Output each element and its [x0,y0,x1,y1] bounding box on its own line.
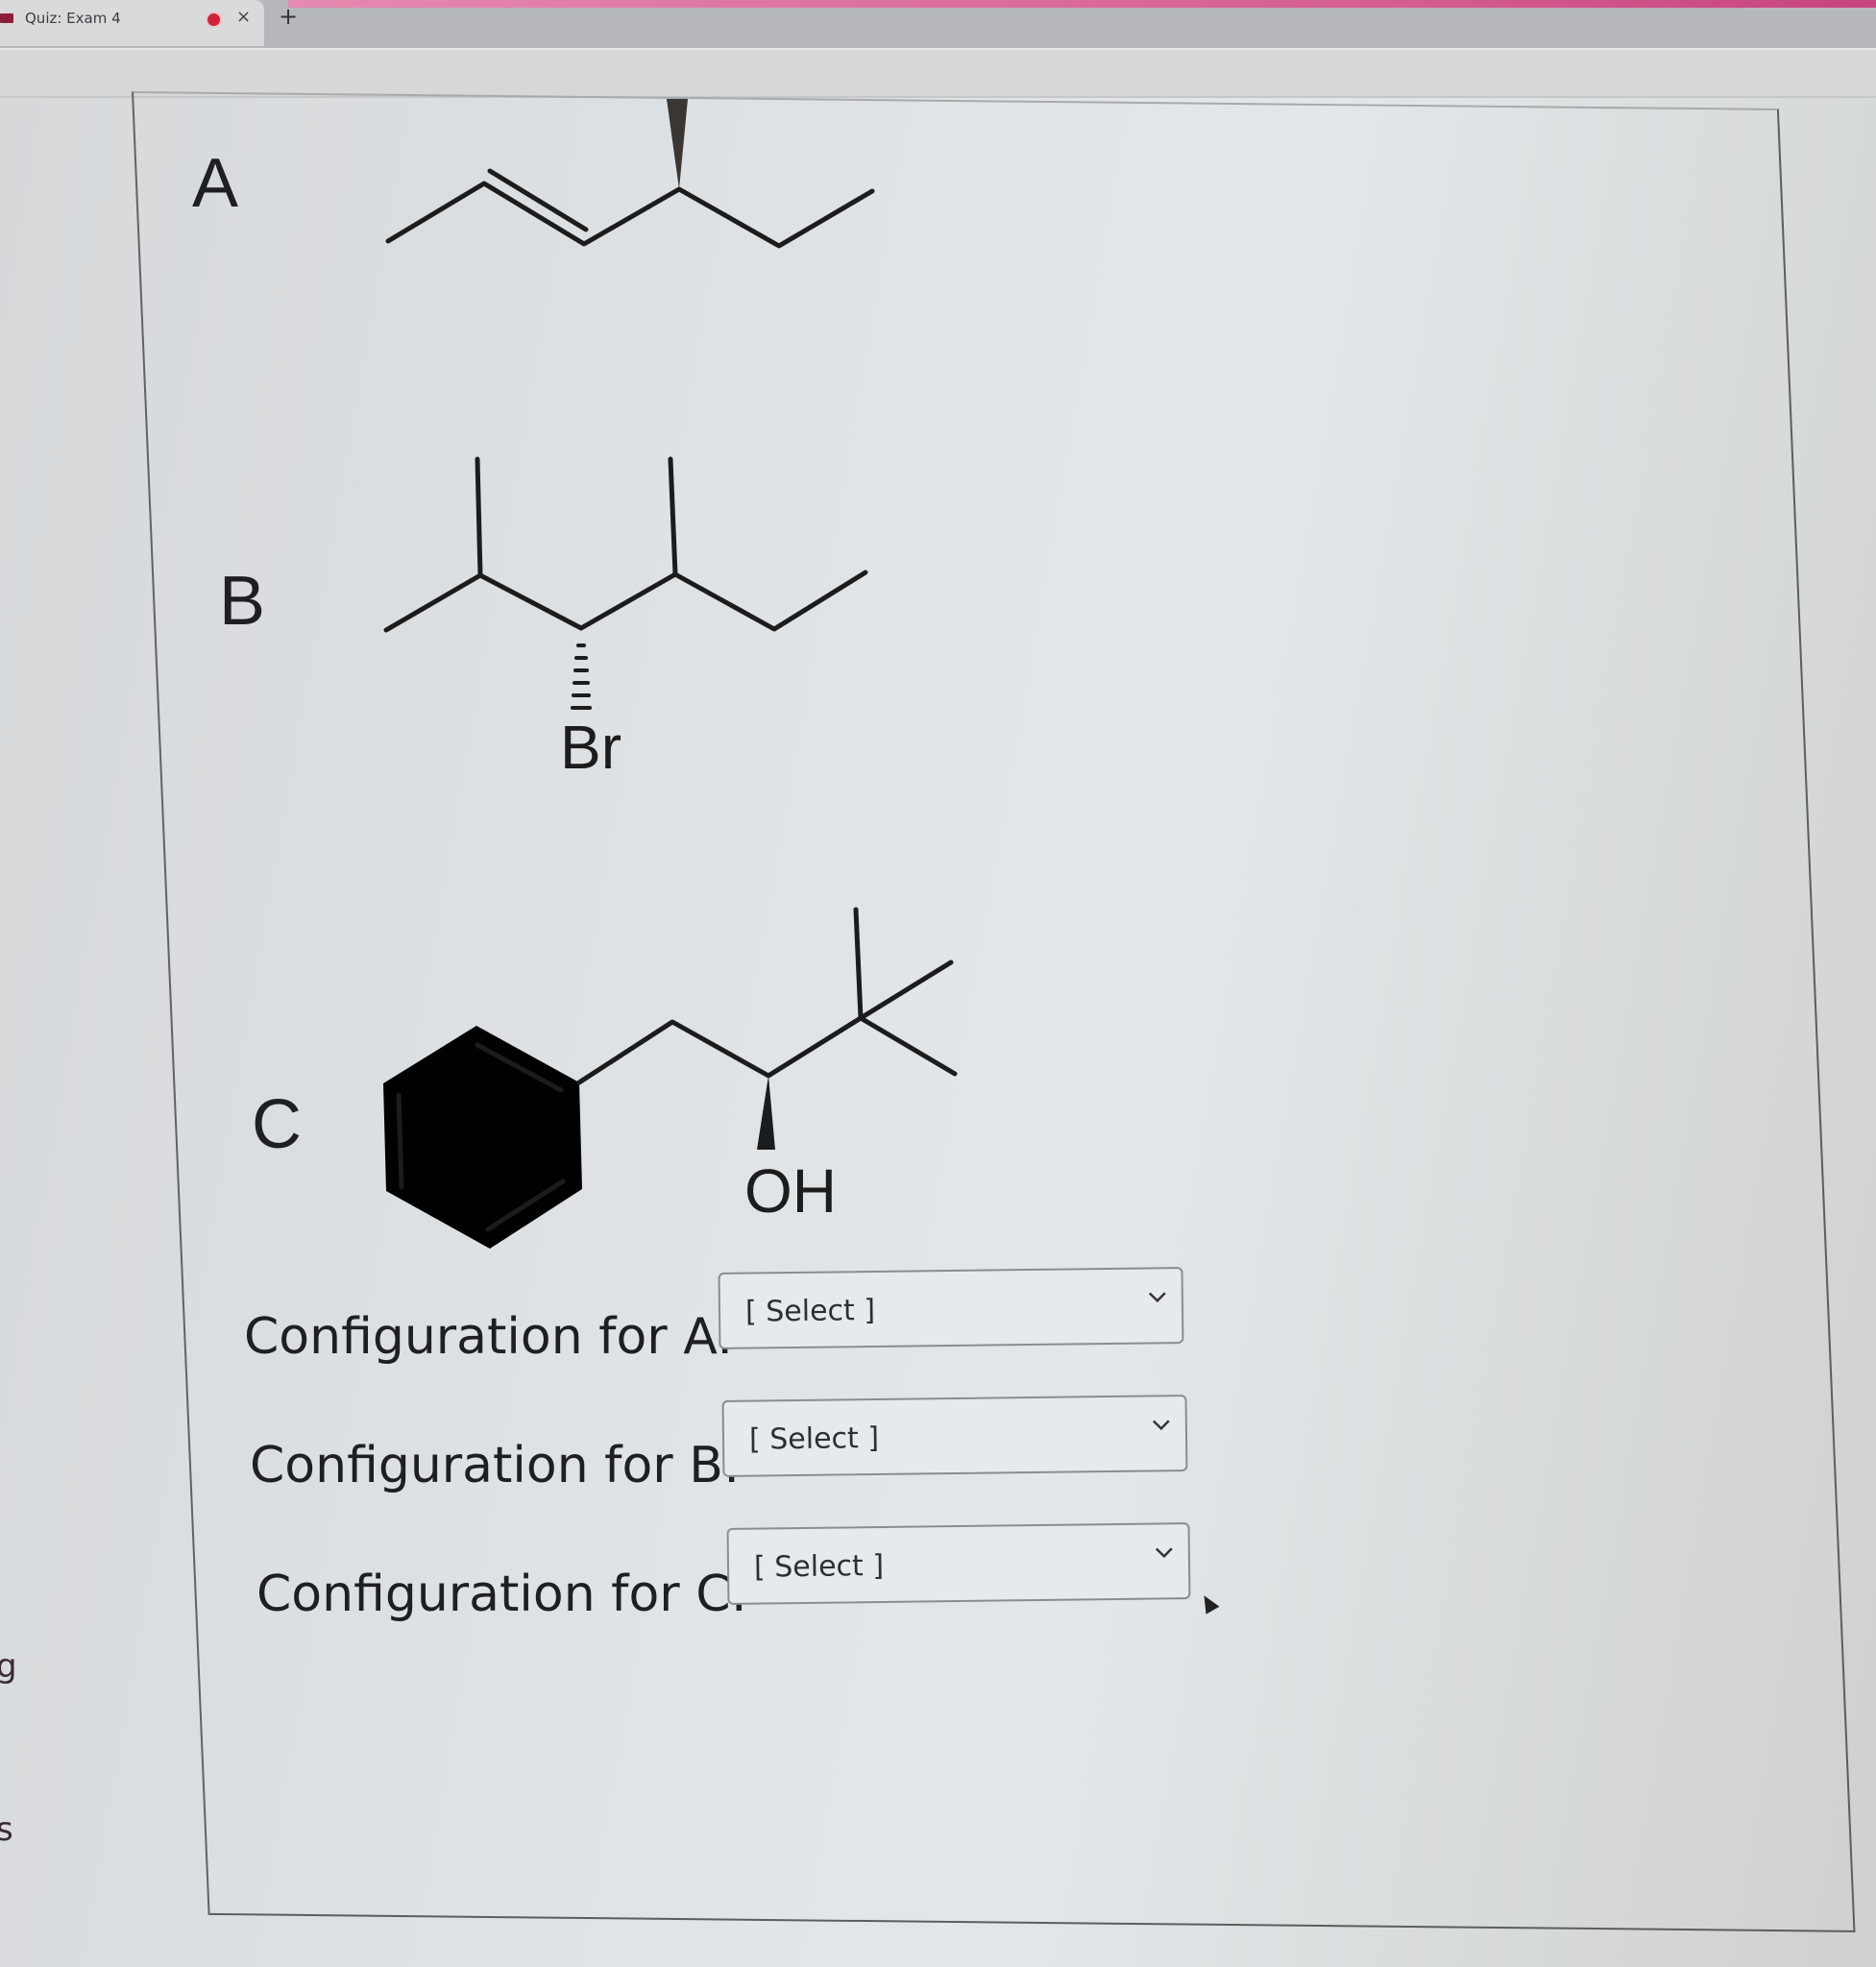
structure-a-double-bond [487,168,589,232]
config-select-a[interactable]: [ Select ] [718,1267,1184,1349]
structure-c-wedge-oh [757,1076,775,1150]
structure-drawings: Br OH [383,99,958,1249]
config-label-c: Configuration for C: [256,1566,748,1623]
structure-c-chain [576,1015,958,1085]
config-select-b-value: [ Select ] [748,1421,880,1457]
structure-b: Br [383,456,868,782]
config-label-b: Configuration for B: [250,1437,741,1494]
structure-b-hashed-bond [571,644,592,710]
question-content: A B C Br OH Configuration for A: [Selec… [0,0,1876,1967]
structure-b-methyl-1 [475,456,483,578]
config-label-a: Configuration for A: [244,1308,734,1366]
chevron-down-icon [1152,1420,1170,1431]
config-select-c[interactable]: [ Select ] [726,1522,1191,1605]
chevron-down-icon [1155,1547,1173,1559]
structure-c: OH [383,907,958,1249]
config-select-b[interactable]: [ Select ] [721,1395,1188,1477]
structure-b-methyl-2 [668,456,678,577]
structure-a-wedge-methyl [667,99,688,189]
structure-c-benzene-ring [383,1026,582,1249]
chevron-down-icon [1148,1292,1166,1303]
structure-a [385,99,875,249]
config-select-a-value: [ Select ] [744,1293,876,1329]
structure-c-ring-double-2 [396,1092,404,1190]
structure-a-chain [385,181,875,249]
structure-b-br-atom: Br [560,713,621,782]
structure-c-methyl-1 [853,907,864,1021]
structure-b-chain [383,570,868,633]
structure-c-oh-atom: OH [744,1156,837,1226]
config-select-c-value: [ Select ] [753,1548,885,1585]
structure-c-methyl-2 [858,959,954,1021]
